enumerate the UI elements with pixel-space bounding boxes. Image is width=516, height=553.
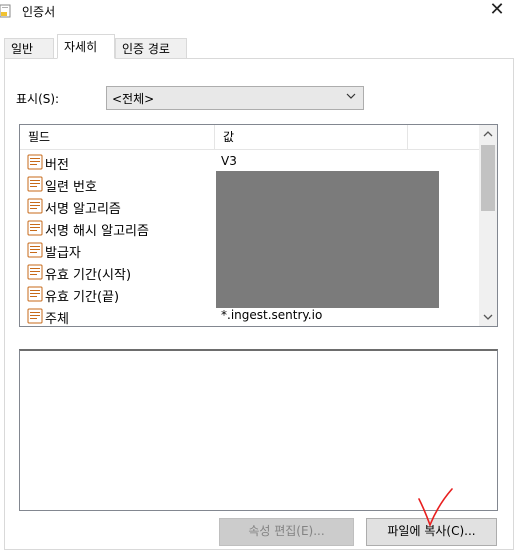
field-name: 일련 번호 — [45, 180, 97, 195]
tab-general[interactable]: 일반 — [4, 38, 54, 58]
tab-certification-path[interactable]: 인증 경로 — [115, 38, 187, 58]
show-select-value: <전체> — [112, 92, 155, 106]
field-name: 서명 알고리즘 — [45, 202, 121, 217]
window-title: 인증서 — [22, 5, 56, 19]
list-header: 필드 값 — [20, 125, 479, 150]
list-item[interactable]: 버전 V3 — [20, 151, 479, 173]
scrollbar-thumb[interactable] — [481, 145, 495, 211]
certificate-app-icon — [0, 4, 11, 18]
edit-properties-button[interactable]: 속성 편집(E)... — [219, 518, 354, 546]
show-select[interactable]: <전체> — [106, 86, 364, 110]
tab-details[interactable]: 자세히 — [57, 34, 115, 59]
list-item[interactable]: 주체 *.ingest.sentry.io — [20, 305, 479, 327]
column-header-field[interactable]: 필드 — [20, 125, 215, 149]
certificate-field-icon — [27, 286, 43, 302]
field-name: 유효 기간(시작) — [45, 268, 132, 283]
certificate-field-icon — [27, 242, 43, 258]
scroll-up-icon[interactable] — [479, 125, 497, 143]
chevron-down-icon — [346, 93, 356, 99]
certificate-field-icon — [27, 264, 43, 280]
field-value: V3 — [221, 154, 237, 168]
field-list[interactable]: 필드 값 버전 V3 일련 번호서명 알고리즘서명 해시 알고리즘발급자유효 기간(… — [19, 124, 498, 327]
certificate-field-icon — [27, 308, 43, 324]
field-name: 서명 해시 알고리즘 — [45, 224, 149, 239]
certificate-field-icon — [27, 220, 43, 236]
certificate-dialog: 인증서 ✕ 일반 자세히 인증 경로 표시(S): <전체> 필드 값 버전 V3… — [0, 0, 516, 553]
vertical-scrollbar[interactable] — [479, 125, 497, 326]
copy-to-file-button[interactable]: 파일에 복사(C)... — [366, 518, 497, 546]
field-name: 주체 — [45, 312, 69, 327]
certificate-field-icon — [27, 176, 43, 192]
scroll-down-icon[interactable] — [479, 308, 497, 326]
certificate-field-icon — [27, 198, 43, 214]
field-value: *.ingest.sentry.io — [221, 308, 323, 322]
field-name: 유효 기간(끝) — [45, 290, 120, 305]
close-icon[interactable]: ✕ — [486, 0, 508, 22]
field-name: 발급자 — [45, 246, 81, 261]
show-label: 표시(S): — [16, 92, 60, 106]
column-header-value[interactable]: 값 — [215, 125, 408, 149]
certificate-field-icon — [27, 154, 43, 170]
field-detail-box[interactable] — [19, 349, 498, 511]
field-name: 버전 — [45, 158, 69, 173]
redacted-region — [216, 171, 439, 308]
